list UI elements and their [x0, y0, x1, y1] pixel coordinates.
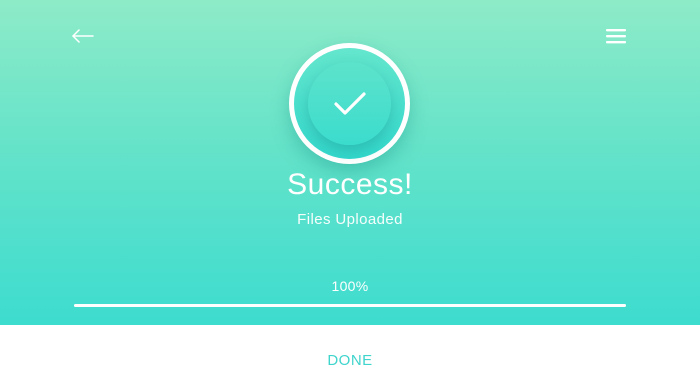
menu-button[interactable]	[602, 24, 630, 48]
done-button[interactable]: DONE	[300, 345, 400, 375]
arrow-left-icon	[72, 29, 94, 43]
success-screen: Success! Files Uploaded 100%	[0, 0, 700, 325]
success-badge-core	[308, 62, 391, 145]
success-badge-ring	[294, 48, 405, 159]
progress-bar	[74, 304, 626, 307]
status-subtitle: Files Uploaded	[297, 211, 403, 228]
progress-percent: 100%	[331, 278, 369, 294]
status-title: Success!	[287, 168, 413, 201]
checkmark-icon	[333, 91, 366, 115]
footer-bar: DONE	[0, 325, 700, 389]
back-button[interactable]	[68, 24, 98, 48]
hamburger-menu-icon	[606, 29, 626, 44]
success-badge	[289, 43, 410, 164]
progress-bar-fill	[74, 304, 626, 307]
